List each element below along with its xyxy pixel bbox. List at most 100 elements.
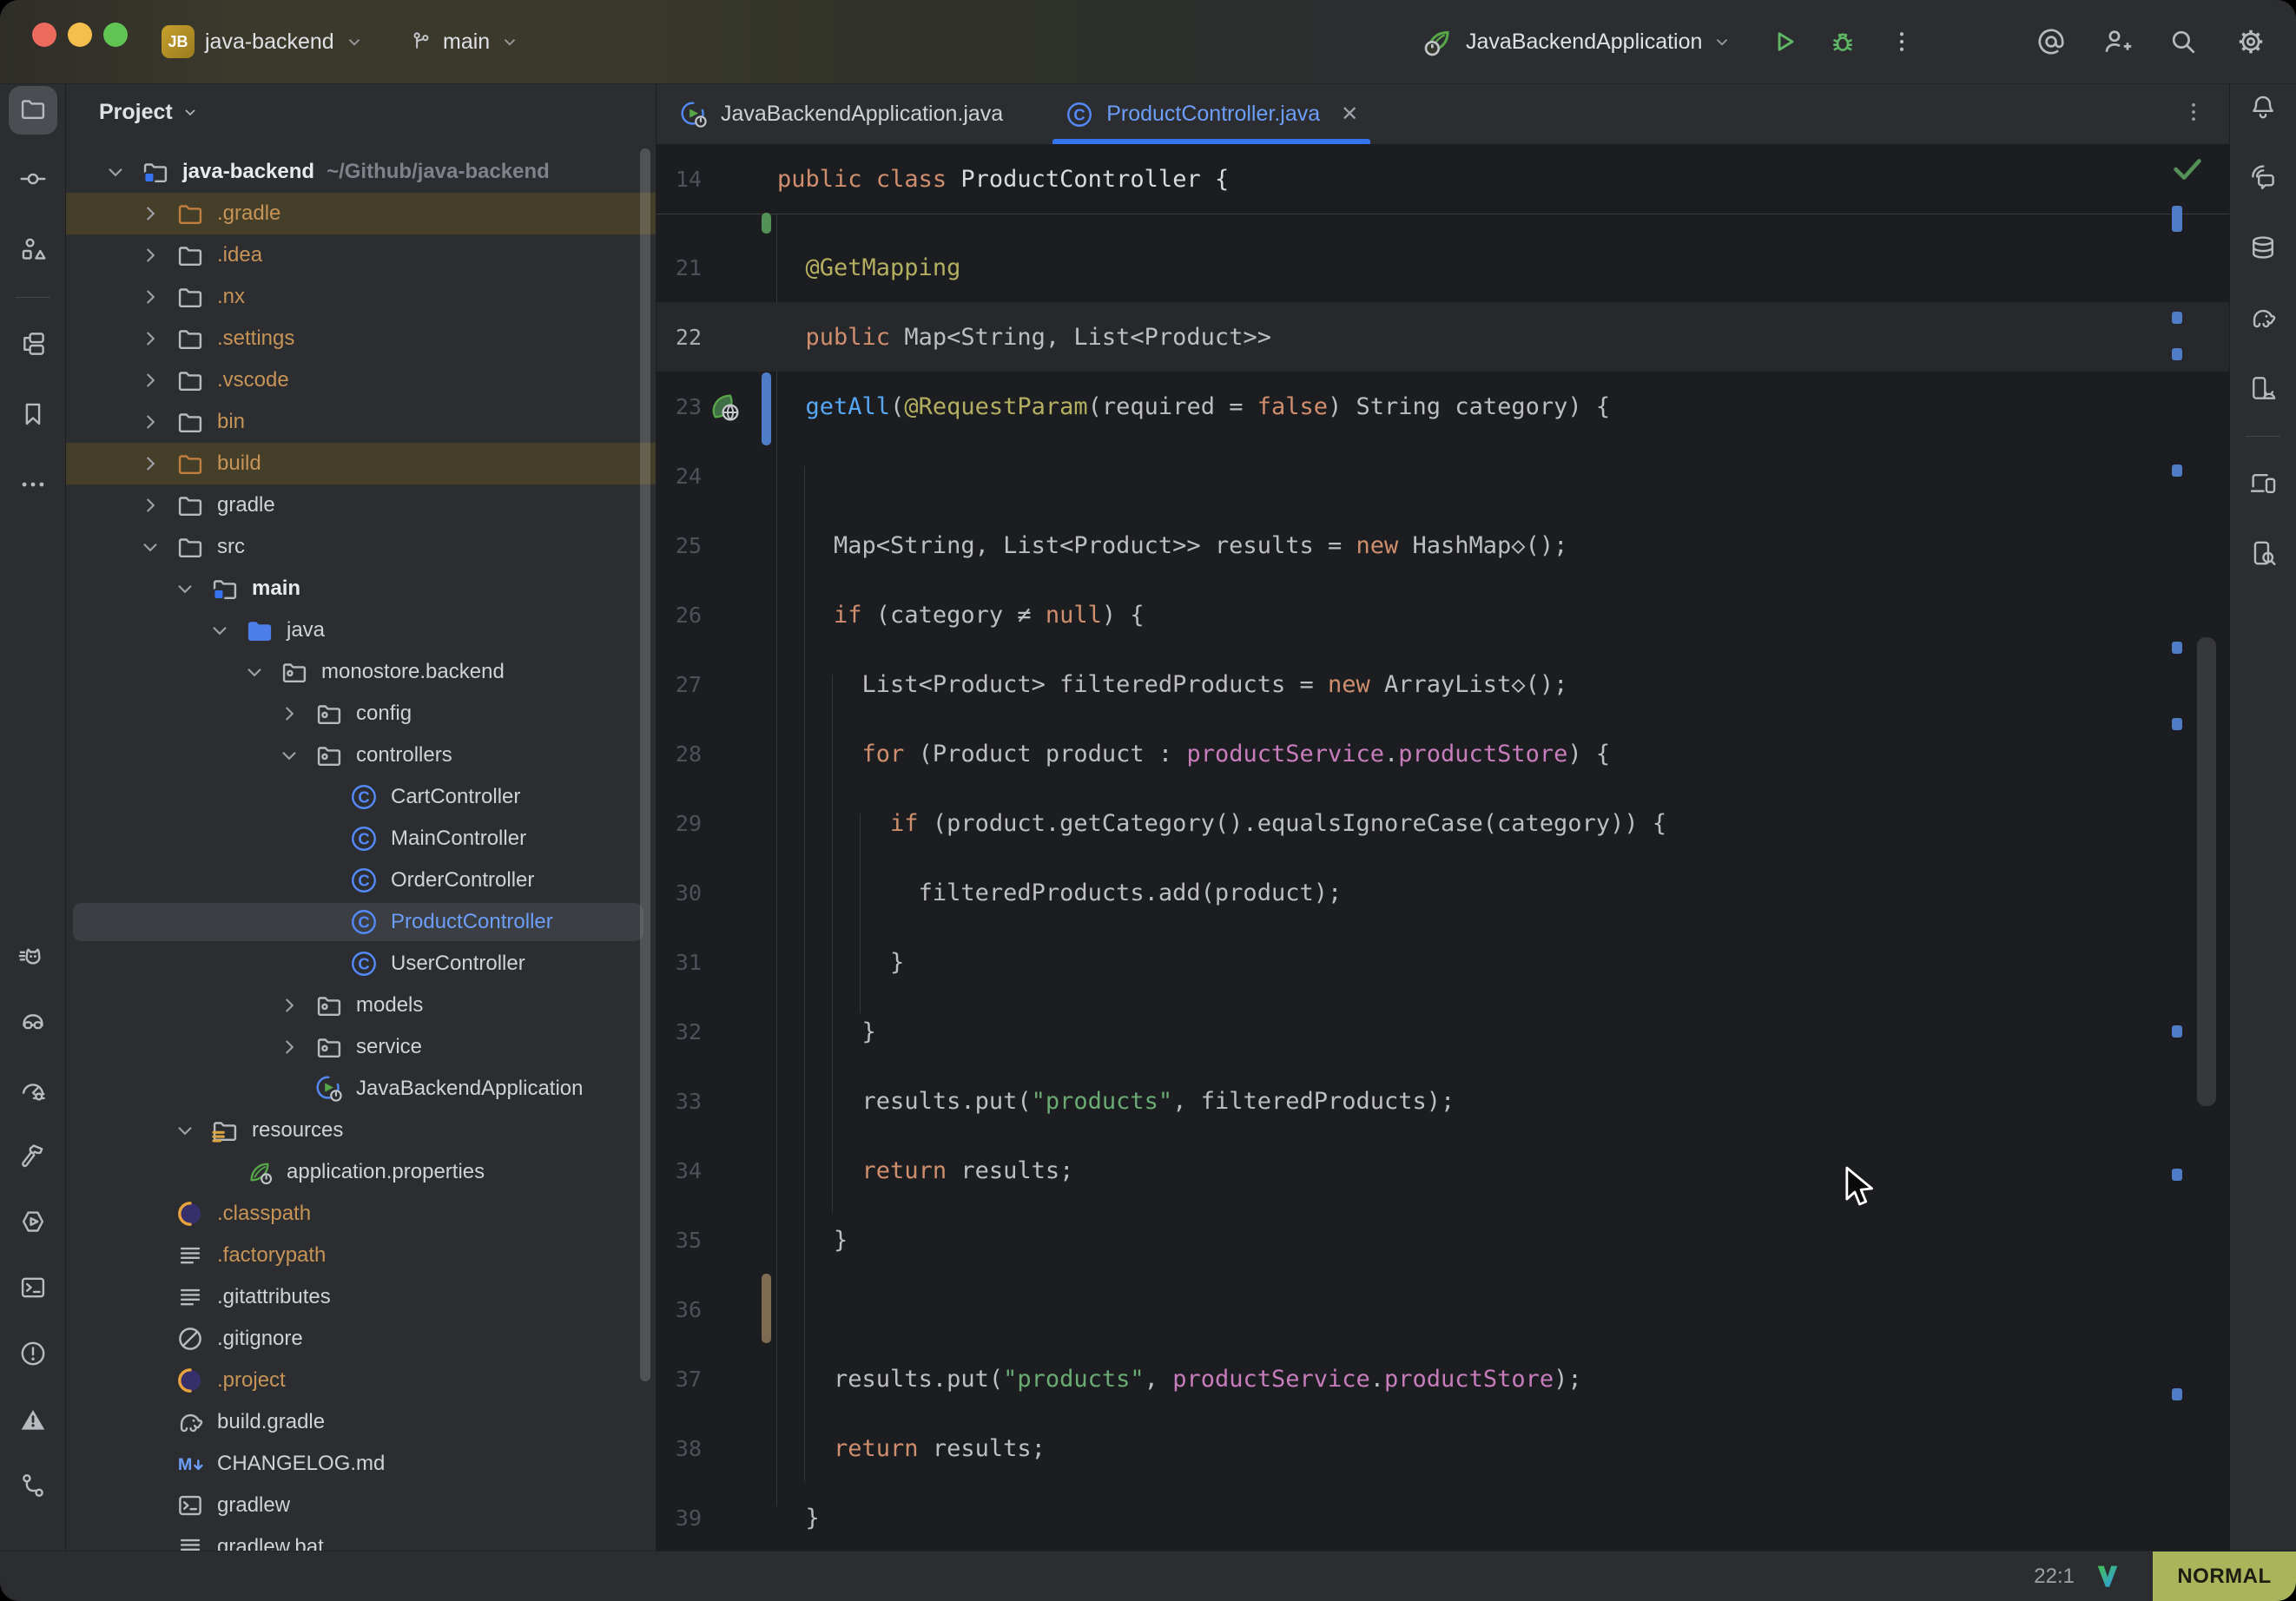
branch-widget[interactable]: main: [410, 0, 519, 83]
tree-item-application.properties[interactable]: application.properties: [66, 1151, 656, 1193]
tree-item-.idea[interactable]: .idea: [66, 234, 656, 276]
spring-endpoint-icon[interactable]: [707, 389, 742, 424]
chevron-right-icon[interactable]: [278, 1036, 300, 1058]
minimize-window-button[interactable]: [68, 23, 92, 47]
run-configuration-widget[interactable]: JavaBackendApplication: [1421, 0, 1732, 83]
chevron-down-icon[interactable]: [243, 661, 266, 683]
code-line-23[interactable]: 23 getAll(@RequestParam(required = false…: [656, 372, 2229, 441]
project-widget[interactable]: JB java-backend: [162, 0, 364, 83]
tab-options-kebab-icon[interactable]: [2181, 100, 2206, 128]
tool-window-button-problems[interactable]: [9, 1331, 57, 1380]
tree-item-gradlew.bat[interactable]: gradlew.bat: [66, 1526, 656, 1552]
tree-item-build.gradle[interactable]: build.gradle: [66, 1401, 656, 1443]
tree-item-CartController[interactable]: C CartController: [66, 776, 656, 818]
vim-mode-badge[interactable]: NORMAL: [2153, 1552, 2296, 1601]
chevron-right-icon[interactable]: [139, 369, 162, 392]
chevron-right-icon[interactable]: [139, 452, 162, 475]
project-tree-scrollbar[interactable]: [640, 148, 650, 1381]
tool-window-button-copilot-cat[interactable]: [9, 935, 57, 984]
run-button[interactable]: [1761, 19, 1806, 64]
chevron-right-icon[interactable]: [139, 286, 162, 308]
code-line-28[interactable]: 28 for (Product product : productService…: [656, 719, 2229, 788]
ai-assistant-icon[interactable]: [2029, 19, 2074, 64]
tool-window-button-notifications-bell[interactable]: [2239, 84, 2287, 133]
tool-window-button-gradle[interactable]: [2239, 295, 2287, 344]
editor-scrollbar[interactable]: [2197, 637, 2216, 1106]
code-line-29[interactable]: 29 if (product.getCategory().equalsIgnor…: [656, 788, 2229, 858]
tool-window-button-ai-chat[interactable]: [2239, 155, 2287, 203]
code-line-39[interactable]: 39 }: [656, 1483, 2229, 1552]
tree-item-gradlew[interactable]: gradlew: [66, 1485, 656, 1526]
chevron-right-icon[interactable]: [139, 327, 162, 350]
tree-item-.vscode[interactable]: .vscode: [66, 359, 656, 401]
project-panel-header[interactable]: Project: [99, 91, 199, 133]
tree-item-src[interactable]: src: [66, 526, 656, 568]
tree-item-.nx[interactable]: .nx: [66, 276, 656, 318]
tool-window-button-services[interactable]: [9, 1199, 57, 1248]
code-line-33[interactable]: 33 results.put("products", filteredProdu…: [656, 1066, 2229, 1136]
tree-item-.settings[interactable]: .settings: [66, 318, 656, 359]
tree-item-bin[interactable]: bin: [66, 401, 656, 443]
chevron-right-icon[interactable]: [278, 702, 300, 725]
tree-item-JavaBackendApplication[interactable]: JavaBackendApplication: [66, 1068, 656, 1110]
code-line-36[interactable]: 36: [656, 1275, 2229, 1344]
code-line-27[interactable]: 27 List<Product> filteredProducts = new …: [656, 649, 2229, 719]
code-line-31[interactable]: 31 }: [656, 927, 2229, 997]
code-line-25[interactable]: 25 Map<String, List<Product>> results = …: [656, 511, 2229, 580]
close-window-button[interactable]: [32, 23, 56, 47]
tree-item-controllers[interactable]: controllers: [66, 735, 656, 776]
tree-item-build[interactable]: build: [66, 443, 656, 484]
chevron-down-icon[interactable]: [208, 619, 231, 642]
chevron-right-icon[interactable]: [278, 994, 300, 1017]
code-line-26[interactable]: 26 if (category ≠ null) {: [656, 580, 2229, 649]
code-line-34[interactable]: 34 return results;: [656, 1136, 2229, 1205]
tree-item-main[interactable]: main: [66, 568, 656, 609]
tool-window-button-database[interactable]: [2239, 225, 2287, 273]
tree-item-.gitignore[interactable]: .gitignore: [66, 1318, 656, 1360]
code-with-me-add-user-icon[interactable]: [2095, 19, 2140, 64]
code-line-37[interactable]: 37 results.put("products", productServic…: [656, 1344, 2229, 1413]
search-everywhere-icon[interactable]: [2161, 19, 2206, 64]
tree-item-gradle[interactable]: gradle: [66, 484, 656, 526]
tree-item-UserController[interactable]: C UserController: [66, 943, 656, 985]
code-line-38[interactable]: 38 return results;: [656, 1413, 2229, 1483]
tree-item-.classpath[interactable]: .classpath: [66, 1193, 656, 1235]
caret-position[interactable]: 22:1: [2034, 1565, 2075, 1589]
tree-item-java[interactable]: java: [66, 609, 656, 651]
tool-window-button-bookmarks[interactable]: [9, 392, 57, 440]
tool-window-button-build[interactable]: [9, 1133, 57, 1182]
tool-window-button-terminal[interactable]: [9, 1265, 57, 1314]
tree-item-OrderController[interactable]: C OrderController: [66, 860, 656, 901]
chevron-down-icon[interactable]: [278, 744, 300, 767]
tool-window-button-structure-shapes[interactable]: [9, 227, 57, 275]
chevron-down-icon[interactable]: [174, 1119, 196, 1142]
tool-window-button-hierarchy[interactable]: [9, 321, 57, 370]
zoom-window-button[interactable]: [103, 23, 128, 47]
code-line-30[interactable]: 30 filteredProducts.add(product);: [656, 858, 2229, 927]
editor-tab-ProductController.java[interactable]: C ProductController.java ✕: [1065, 84, 1358, 144]
tree-item-.project[interactable]: .project: [66, 1360, 656, 1401]
code-line-22[interactable]: 22 public Map<String, List<Product>>: [656, 302, 2229, 372]
tool-window-button-version-control[interactable]: [9, 1463, 57, 1512]
code-line-24[interactable]: 24: [656, 441, 2229, 511]
tool-window-button-device-mirroring[interactable]: [2239, 460, 2287, 509]
tree-item-config[interactable]: config: [66, 693, 656, 735]
chevron-down-icon[interactable]: [139, 536, 162, 558]
ideavim-icon[interactable]: [2093, 1561, 2122, 1597]
tree-item-resources[interactable]: resources: [66, 1110, 656, 1151]
tool-window-button-running-devices[interactable]: [2239, 366, 2287, 414]
tool-window-button-warnings[interactable]: [9, 1397, 57, 1446]
tool-window-button-profiler[interactable]: [9, 1067, 57, 1116]
code-line-35[interactable]: 35 }: [656, 1205, 2229, 1275]
chevron-down-icon[interactable]: [104, 161, 127, 183]
tree-item-service[interactable]: service: [66, 1026, 656, 1068]
tool-window-button-github-copilot[interactable]: [9, 1001, 57, 1050]
close-tab-icon[interactable]: ✕: [1341, 102, 1358, 127]
debug-button[interactable]: [1820, 19, 1865, 64]
tree-item-monostore.backend[interactable]: monostore.backend: [66, 651, 656, 693]
tree-item-.gitattributes[interactable]: .gitattributes: [66, 1276, 656, 1318]
tree-item-CHANGELOG.md[interactable]: M CHANGELOG.md: [66, 1443, 656, 1485]
inspections-ok-check-icon[interactable]: [2167, 152, 2207, 191]
code-area[interactable]: 21 @GetMapping 22 public Map<String, Lis…: [656, 214, 2229, 1552]
chevron-right-icon[interactable]: [139, 244, 162, 267]
